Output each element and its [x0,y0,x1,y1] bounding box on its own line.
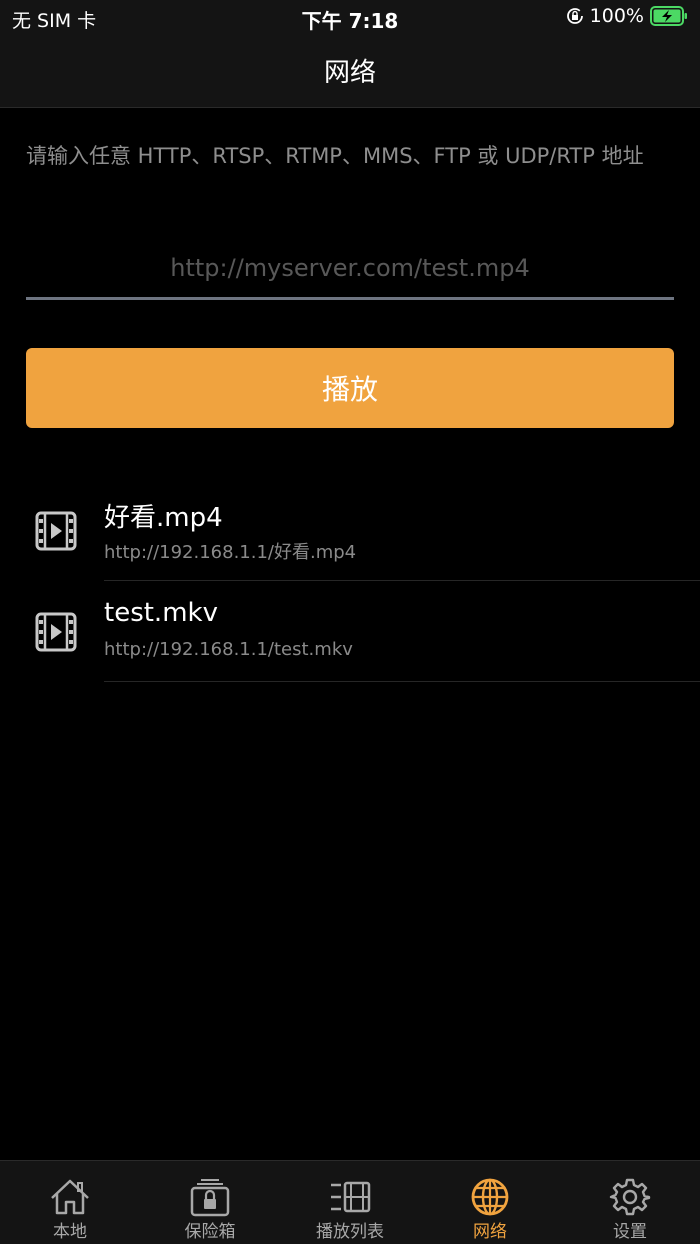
status-bar: 无 SIM 卡 下午 7:18 100% [0,0,700,36]
tab-label: 网络 [473,1222,507,1242]
playlist-icon [331,1181,371,1213]
page-title: 网络 [323,58,376,88]
home-icon [51,1179,89,1215]
history-item-url: http://192.168.1.1/好看.mp4 [104,542,357,563]
rotation-lock-icon [566,8,583,24]
navigation-bar: 网络 [0,36,700,108]
app-root: 无 SIM 卡 下午 7:18 100% 网络 请输入任意 HTTP、RTSP、… [0,0,700,1244]
tab-label: 设置 [613,1222,647,1242]
history-item-title: test.mkv [104,598,218,628]
history-item-url: http://192.168.1.1/test.mkv [104,639,353,660]
tab-safe[interactable]: 保险箱 [140,1161,280,1244]
url-input[interactable] [26,240,674,296]
tab-label: 保险箱 [184,1222,236,1242]
history-item[interactable]: test.mkv http://192.168.1.1/test.mkv [0,581,700,682]
history-list: 好看.mp4 http://192.168.1.1/好看.mp4 test.mk… [0,480,700,682]
status-right: 100% [566,5,688,27]
battery-percent: 100% [589,5,644,27]
tab-label: 播放列表 [316,1222,384,1242]
globe-icon [471,1178,509,1216]
play-button[interactable]: 播放 [26,348,674,428]
history-item-title: 好看.mp4 [104,503,223,533]
video-file-icon [35,612,77,652]
url-prompt-text: 请输入任意 HTTP、RTSP、RTMP、MMS、FTP 或 UDP/RTP 地… [26,144,644,168]
safe-lock-icon [190,1179,230,1217]
gear-icon [609,1178,651,1216]
tab-settings[interactable]: 设置 [560,1161,700,1244]
tab-label: 本地 [53,1222,87,1242]
tab-playlist[interactable]: 播放列表 [280,1161,420,1244]
battery-charging-icon [650,6,687,26]
history-item[interactable]: 好看.mp4 http://192.168.1.1/好看.mp4 [0,480,700,581]
url-field [26,240,674,300]
tab-network[interactable]: 网络 [420,1161,560,1244]
tab-bar: 本地 保险箱 播放列表 网络 设置 [0,1160,700,1244]
video-file-icon [35,511,77,551]
tab-local[interactable]: 本地 [0,1161,140,1244]
divider [104,681,700,682]
